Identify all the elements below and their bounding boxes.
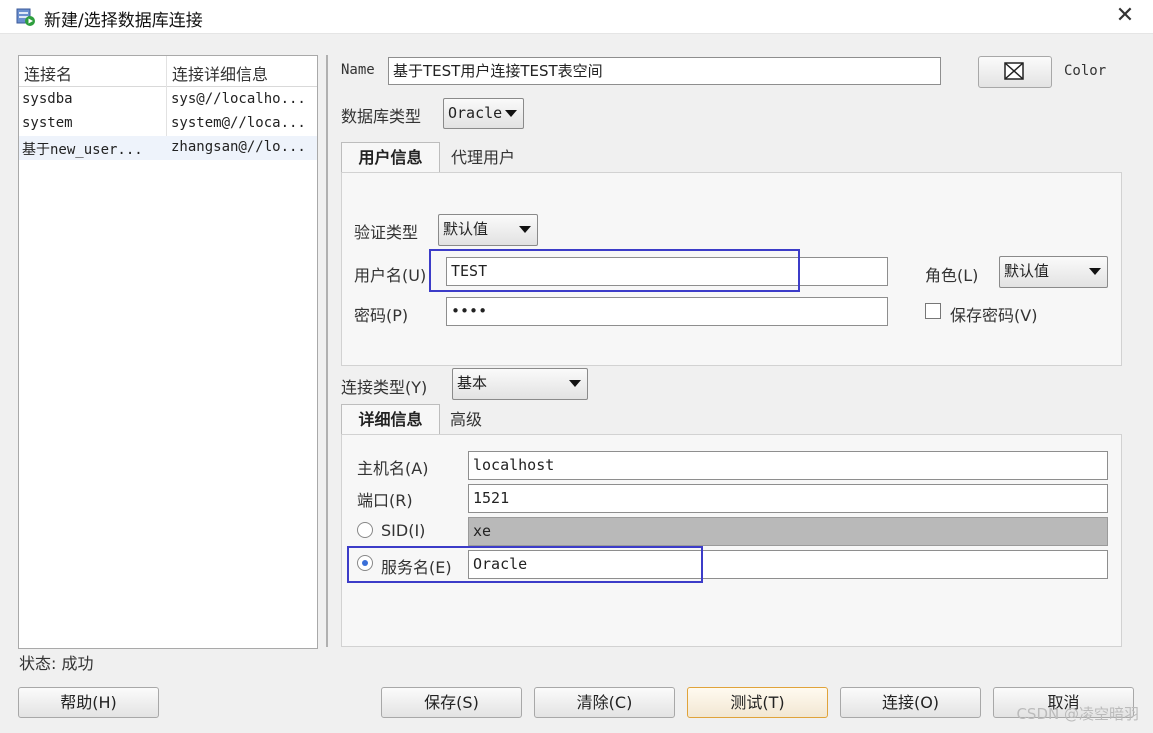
color-picker-button[interactable] <box>978 56 1052 88</box>
db-type-value: Oracle <box>448 104 503 122</box>
connection-list[interactable]: 连接名 连接详细信息 sysdba sys@//localho... syste… <box>18 55 318 649</box>
auth-type-select[interactable]: 默认值 <box>438 214 538 246</box>
auth-type-label: 验证类型 <box>354 223 419 242</box>
connection-detail: system@//loca... <box>171 115 306 131</box>
sid-radio[interactable] <box>357 522 373 538</box>
save-password-checkbox[interactable] <box>925 303 941 319</box>
test-button[interactable]: 测试(T) <box>687 687 828 718</box>
save-password-label: 保存密码(V) <box>950 306 1038 325</box>
connection-row[interactable]: sysdba sys@//localho... <box>19 88 317 112</box>
color-swatch-icon <box>1004 62 1024 80</box>
window-title: 新建/选择数据库连接 <box>44 11 203 31</box>
port-label: 端口(R) <box>357 491 413 510</box>
clear-button[interactable]: 清除(C) <box>534 687 675 718</box>
connect-button[interactable]: 连接(O) <box>840 687 981 718</box>
close-button[interactable]: ✕ <box>1110 1 1140 31</box>
tab-advanced[interactable]: 高级 <box>450 405 482 435</box>
save-button[interactable]: 保存(S) <box>381 687 522 718</box>
conn-type-value: 基本 <box>457 374 488 392</box>
connection-name: sysdba <box>22 91 73 107</box>
connection-detail: sys@//localho... <box>171 91 306 107</box>
password-label: 密码(P) <box>354 306 409 325</box>
service-name-radio[interactable] <box>357 555 373 571</box>
sid-input[interactable]: xe <box>468 517 1108 546</box>
auth-type-value: 默认值 <box>443 220 489 238</box>
host-input[interactable]: localhost <box>468 451 1108 480</box>
tab-user-info[interactable]: 用户信息 <box>341 142 440 174</box>
chevron-down-icon <box>519 226 531 233</box>
sid-label: SID(I) <box>381 521 426 540</box>
color-label: Color <box>1064 63 1107 79</box>
connection-row[interactable]: 基于new_user... zhangsan@//lo... <box>19 136 317 160</box>
role-value: 默认值 <box>1004 262 1050 280</box>
tab-details[interactable]: 详细信息 <box>341 404 440 436</box>
connection-name: system <box>22 115 73 131</box>
database-connection-icon <box>16 8 35 26</box>
help-button[interactable]: 帮助(H) <box>18 687 159 718</box>
connection-list-header: 连接名 连接详细信息 <box>19 56 317 87</box>
column-header-name[interactable]: 连接名 <box>24 61 72 85</box>
password-input[interactable]: •••• <box>446 297 888 326</box>
chevron-down-icon <box>1089 268 1101 275</box>
username-label: 用户名(U) <box>354 266 427 285</box>
port-input[interactable]: 1521 <box>468 484 1108 513</box>
conn-type-select[interactable]: 基本 <box>452 368 588 400</box>
connection-detail: zhangsan@//lo... <box>171 139 306 155</box>
service-name-input[interactable]: Oracle <box>468 550 1108 579</box>
host-label: 主机名(A) <box>357 459 429 478</box>
connection-row[interactable]: system system@//loca... <box>19 112 317 136</box>
watermark: CSDN @凌空暗羽 <box>1016 705 1139 723</box>
db-type-select[interactable]: Oracle <box>443 98 524 129</box>
name-label: Name <box>341 62 375 78</box>
status-text: 状态: 成功 <box>19 654 94 673</box>
panel-splitter[interactable] <box>326 55 328 647</box>
chevron-down-icon <box>569 380 581 387</box>
connection-name: 基于new_user... <box>22 142 143 158</box>
chevron-down-icon <box>505 110 517 117</box>
username-input[interactable]: TEST <box>446 257 888 286</box>
role-select[interactable]: 默认值 <box>999 256 1108 288</box>
service-name-label: 服务名(E) <box>381 558 452 577</box>
tab-proxy-user[interactable]: 代理用户 <box>451 143 515 173</box>
column-header-detail[interactable]: 连接详细信息 <box>172 61 268 85</box>
db-type-label: 数据库类型 <box>341 107 422 126</box>
conn-type-label: 连接类型(Y) <box>341 378 428 397</box>
role-label: 角色(L) <box>925 266 979 285</box>
connection-name-input[interactable]: 基于TEST用户连接TEST表空间 <box>388 57 941 85</box>
